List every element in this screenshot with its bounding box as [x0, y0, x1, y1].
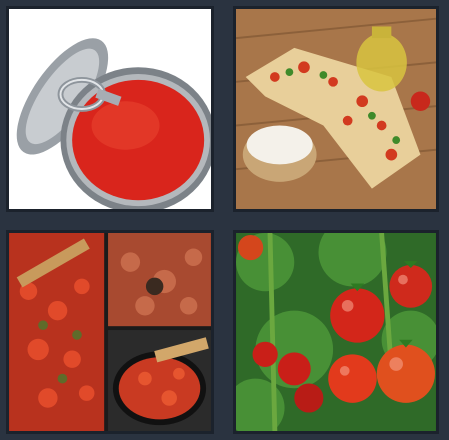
tomato-can-icon [9, 9, 211, 209]
picture-1-tomato-can[interactable] [6, 6, 214, 212]
bruschetta-icon [236, 9, 436, 209]
picture-3-sauce-collage[interactable] [6, 230, 214, 434]
pan-icon [9, 233, 211, 431]
picture-4-tomato-vine[interactable] [233, 230, 439, 434]
picture-2-bruschetta[interactable] [233, 6, 439, 212]
tomato-vine-icon [236, 233, 436, 431]
